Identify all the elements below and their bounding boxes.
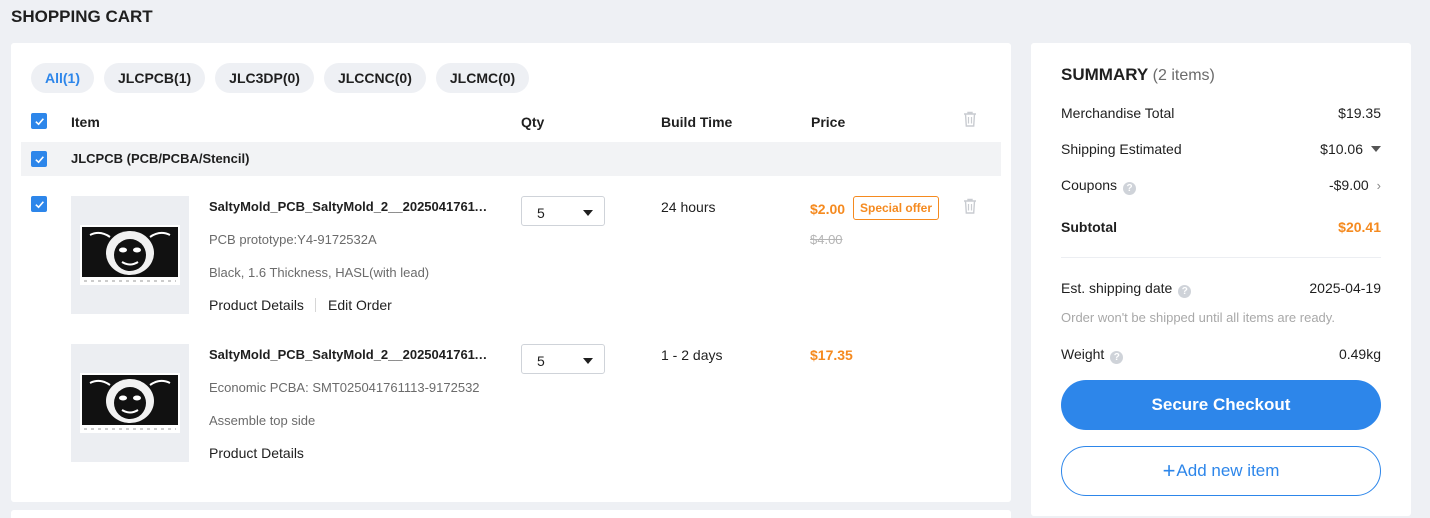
tab-all[interactable]: All (1)	[31, 63, 95, 93]
item-detail: Black, 1.6 Thickness, HASL(with lead)	[209, 265, 430, 280]
coupons-value[interactable]: -$9.00 ›	[1329, 177, 1381, 193]
column-item: Item	[71, 114, 100, 130]
merchandise-total-row: Merchandise Total $19.35	[1061, 105, 1381, 121]
tab-jlcmc[interactable]: JLCMC (0)	[435, 63, 530, 93]
item-spec: Economic PCBA: SMT025041761113-9172532	[209, 380, 480, 395]
help-icon[interactable]: ?	[1110, 351, 1124, 364]
quantity-select[interactable]: 5	[521, 196, 605, 226]
column-build-time: Build Time	[661, 114, 733, 130]
summary-count: (2 items)	[1152, 67, 1215, 84]
edit-order-link[interactable]: Edit Order	[328, 297, 392, 313]
chevron-right-icon: ›	[1376, 178, 1381, 193]
weight-row: Weight? 0.49kg	[1061, 346, 1381, 364]
item-name[interactable]: SaltyMold_PCB_SaltyMold_2__2025041761113	[209, 347, 489, 362]
next-panel	[11, 510, 1011, 518]
tab-jlcpcb[interactable]: JLCPCB (1)	[104, 63, 206, 93]
subtotal-row: Subtotal $20.41	[1061, 219, 1381, 235]
checkmark-icon	[34, 117, 44, 125]
trash-icon[interactable]	[963, 111, 977, 127]
column-qty: Qty	[521, 114, 545, 130]
item-name[interactable]: SaltyMold_PCB_SaltyMold_2__2025041761113	[209, 199, 489, 214]
shipping-note: Order won't be shipped until all items a…	[1061, 310, 1335, 325]
checkmark-icon	[34, 155, 44, 163]
merchandise-total-value: $19.35	[1338, 105, 1381, 121]
coupons-row: Coupons? -$9.00 ›	[1061, 177, 1381, 195]
special-offer-badge: Special offer	[853, 196, 940, 220]
shipping-row: Shipping Estimated $10.06	[1061, 141, 1381, 161]
help-icon[interactable]: ?	[1178, 285, 1192, 298]
checkmark-icon	[34, 200, 44, 208]
divider	[1061, 257, 1381, 258]
add-new-item-button[interactable]: + Add new item	[1061, 446, 1381, 496]
weight-value: 0.49kg	[1338, 346, 1381, 362]
quantity-value: 5	[537, 353, 545, 369]
group-checkbox[interactable]	[31, 151, 47, 167]
tab-jlc3dp[interactable]: JLC3DP (0)	[215, 63, 314, 93]
caret-down-icon	[1371, 146, 1381, 152]
tab-jlccnc[interactable]: JLCCNC (0)	[323, 63, 426, 93]
page-title: SHOPPING CART	[11, 7, 153, 26]
item-price: $2.00	[810, 201, 846, 217]
item-spec: PCB prototype:Y4-9172532A	[209, 232, 377, 247]
item-thumbnail[interactable]	[71, 196, 189, 314]
group-label: JLCPCB (PCB/PCBA/Stencil)	[71, 151, 250, 166]
group-row: JLCPCB (PCB/PCBA/Stencil)	[21, 142, 1001, 176]
select-all-checkbox[interactable]	[31, 113, 47, 129]
caret-down-icon	[583, 358, 593, 364]
shipping-value[interactable]: $10.06	[1320, 141, 1381, 157]
caret-down-icon	[583, 210, 593, 216]
quantity-select[interactable]: 5	[521, 344, 605, 374]
plus-icon: +	[1162, 458, 1176, 483]
summary-title: SUMMARY (2 items)	[1061, 65, 1215, 84]
pcb-image	[80, 225, 180, 285]
shipping-date-row: Est. shipping date? 2025-04-19	[1061, 280, 1381, 298]
link-divider	[315, 298, 316, 312]
quantity-value: 5	[537, 205, 545, 221]
summary-panel: SUMMARY (2 items) Merchandise Total $19.…	[1031, 43, 1411, 516]
secure-checkout-button[interactable]: Secure Checkout	[1061, 380, 1381, 430]
column-price: Price	[811, 114, 846, 130]
item-detail: Assemble top side	[209, 413, 316, 428]
category-tabs: All (1) JLCPCB (1) JLC3DP (0) JLCCNC (0)…	[31, 63, 530, 93]
cart-panel: All (1) JLCPCB (1) JLC3DP (0) JLCCNC (0)…	[11, 43, 1011, 502]
product-details-link[interactable]: Product Details	[209, 297, 304, 313]
product-details-link[interactable]: Product Details	[209, 445, 304, 461]
build-time: 24 hours	[661, 199, 716, 215]
build-time: 1 - 2 days	[661, 347, 723, 363]
original-price: $4.00	[810, 232, 843, 247]
trash-icon[interactable]	[963, 198, 977, 214]
table-header: Item Qty Build Time Price	[11, 107, 1011, 137]
item-thumbnail[interactable]	[71, 344, 189, 462]
pcb-image	[80, 373, 180, 433]
help-icon[interactable]: ?	[1123, 182, 1137, 195]
subtotal-value: $20.41	[1338, 219, 1381, 235]
item-checkbox[interactable]	[31, 196, 47, 212]
item-price: $17.35	[810, 347, 853, 363]
shipping-date-value: 2025-04-19	[1309, 280, 1381, 296]
